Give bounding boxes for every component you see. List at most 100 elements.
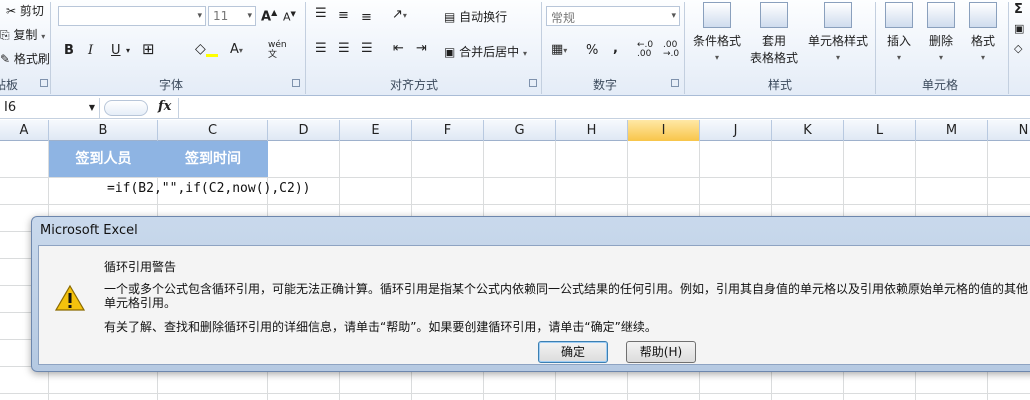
comma-button[interactable]: , — [613, 41, 618, 56]
cell-b1[interactable]: 签到人员 — [49, 141, 158, 177]
align-right-button[interactable]: ☰ — [361, 41, 373, 56]
column-header-a[interactable]: A — [0, 120, 49, 141]
gridline-horizontal — [0, 177, 1030, 178]
number-format-value: 常规 — [551, 11, 576, 25]
column-header-c[interactable]: C — [158, 120, 268, 141]
decrease-decimal-button[interactable]: .00 →.0 — [663, 41, 679, 59]
column-header-d[interactable]: D — [268, 120, 340, 141]
format-as-table-button[interactable]: 套用 表格格式 — [743, 2, 805, 66]
increase-decimal-button[interactable]: ←.0.00 — [637, 41, 653, 59]
copy-label: 复制 — [13, 28, 38, 42]
cell-c1[interactable]: 签到时间 — [158, 141, 268, 177]
cell-styles-icon — [824, 2, 852, 28]
merge-center-button[interactable]: ▣ 合并后居中 ▾ — [444, 43, 527, 60]
alignment-launcher-icon[interactable] — [529, 79, 537, 87]
column-header-g[interactable]: G — [484, 120, 556, 141]
column-header-n[interactable]: N — [988, 120, 1030, 141]
chevron-down-icon: ▾ — [247, 11, 252, 21]
column-header-h[interactable]: H — [556, 120, 628, 141]
formula-bar-resize-handle[interactable] — [104, 100, 148, 116]
format-cells-button[interactable]: 格式 ▾ — [964, 2, 1002, 63]
dialog-help-text: 有关了解、查找和删除循环引用的详细信息，请单击“帮助”。如果要创建循环引用，请单… — [104, 320, 657, 334]
clear-button[interactable]: ◇ — [1014, 42, 1022, 55]
conditional-format-button[interactable]: 条件格式 ▾ — [690, 2, 744, 63]
autosum-button[interactable]: Σ — [1014, 2, 1023, 17]
column-header-k[interactable]: K — [772, 120, 844, 141]
column-header-l[interactable]: L — [844, 120, 916, 141]
insert-cells-button[interactable]: 插入 ▾ — [880, 2, 918, 63]
fill-button[interactable]: ▣ — [1014, 22, 1024, 35]
column-header-j[interactable]: J — [700, 120, 772, 141]
ribbon-separator — [305, 2, 306, 94]
underline-dropdown-icon[interactable]: ▾ — [126, 46, 130, 55]
insert-function-icon[interactable]: fx — [158, 99, 171, 114]
column-header-i[interactable]: I — [628, 120, 700, 141]
font-name-combo[interactable]: ▾ — [58, 6, 206, 26]
format-label: 格式 — [970, 34, 995, 48]
styles-group-label: 样式 — [768, 78, 793, 92]
formula-bar: I6 ▼ fx — [0, 97, 1030, 119]
dialog-title: Microsoft Excel — [40, 223, 138, 238]
gridline-horizontal — [0, 204, 1030, 205]
cells-group-label: 单元格 — [922, 78, 959, 92]
wrap-text-button[interactable]: ▤ 自动换行 — [444, 8, 507, 25]
formula-input[interactable] — [178, 98, 1030, 118]
column-header-b[interactable]: B — [49, 120, 158, 141]
cell-b2-formula[interactable]: =if(B2,"",if(C2,now(),C2)) — [107, 181, 311, 196]
shrink-font-label: A — [283, 10, 291, 24]
dialog-heading: 循环引用警告 — [104, 260, 177, 274]
chevron-down-icon: ▾ — [197, 11, 202, 21]
column-header-e[interactable]: E — [340, 120, 412, 141]
underline-button[interactable]: U — [111, 43, 121, 58]
cut-button[interactable]: ✂ 剪切 — [6, 2, 44, 19]
phonetic-button[interactable]: wén 文 — [268, 40, 287, 60]
number-format-combo[interactable]: 常规 ▾ — [546, 6, 680, 26]
align-bottom-button[interactable]: ≡ — [361, 10, 372, 25]
ribbon-separator — [875, 2, 876, 94]
decrease-indent-button[interactable]: ⇤ — [393, 41, 404, 56]
copy-button[interactable]: ⎘ 复制 ▾ — [0, 26, 45, 43]
border-button[interactable]: ⊞ — [142, 40, 155, 58]
shrink-font-button[interactable]: A▼ — [283, 10, 296, 24]
align-center-button[interactable]: ☰ — [338, 41, 350, 56]
dialog-message: 一个或多个公式包含循环引用，可能无法正确计算。循环引用是指某个公式内依赖同一公式… — [104, 282, 1029, 310]
column-header-m[interactable]: M — [916, 120, 988, 141]
italic-button[interactable]: I — [88, 43, 93, 58]
font-color-button[interactable]: A▾ — [230, 42, 243, 57]
delete-cells-button[interactable]: 删除 ▾ — [922, 2, 960, 63]
name-box-value: I6 — [4, 100, 17, 115]
delete-icon — [927, 2, 955, 28]
align-middle-button[interactable]: ≡ — [338, 8, 349, 23]
delete-label: 删除 — [928, 34, 953, 48]
grow-font-button[interactable]: A▲ — [261, 8, 277, 24]
cut-label: 剪切 — [19, 4, 44, 18]
chevron-down-icon: ▼ — [88, 103, 95, 112]
format-painter-button[interactable]: ✎ 格式刷 — [0, 50, 50, 67]
align-top-button[interactable]: ☰ — [315, 6, 327, 21]
format-icon — [969, 2, 997, 28]
ribbon-separator — [541, 2, 542, 94]
ok-button[interactable]: 确定 — [538, 341, 608, 363]
ribbon-separator — [1008, 2, 1009, 94]
name-box[interactable]: I6 ▼ — [0, 98, 100, 118]
cell-styles-button[interactable]: 单元格样式 ▾ — [806, 2, 870, 63]
orientation-button[interactable]: ↗▾ — [392, 7, 407, 22]
phonetic-label: wén — [268, 40, 287, 50]
font-size-value: 11 — [213, 9, 229, 23]
accounting-format-button[interactable]: ▦▾ — [551, 42, 567, 57]
increase-indent-button[interactable]: ⇥ — [416, 41, 427, 56]
align-left-button[interactable]: ☰ — [315, 41, 327, 56]
bold-button[interactable]: B — [64, 43, 74, 58]
table-format-icon — [760, 2, 788, 28]
number-launcher-icon[interactable] — [671, 79, 679, 87]
clipboard-launcher-icon[interactable] — [40, 79, 48, 87]
help-button[interactable]: 帮助(H) — [626, 341, 696, 363]
font-launcher-icon[interactable] — [292, 79, 300, 87]
font-group-label: 字体 — [159, 78, 184, 92]
insert-label: 插入 — [886, 34, 911, 48]
font-size-combo[interactable]: 11 ▾ — [208, 6, 256, 26]
fill-color-button[interactable]: ◇ — [195, 41, 218, 57]
number-group-label: 数字 — [593, 78, 618, 92]
column-header-f[interactable]: F — [412, 120, 484, 141]
percent-button[interactable]: % — [586, 43, 598, 58]
